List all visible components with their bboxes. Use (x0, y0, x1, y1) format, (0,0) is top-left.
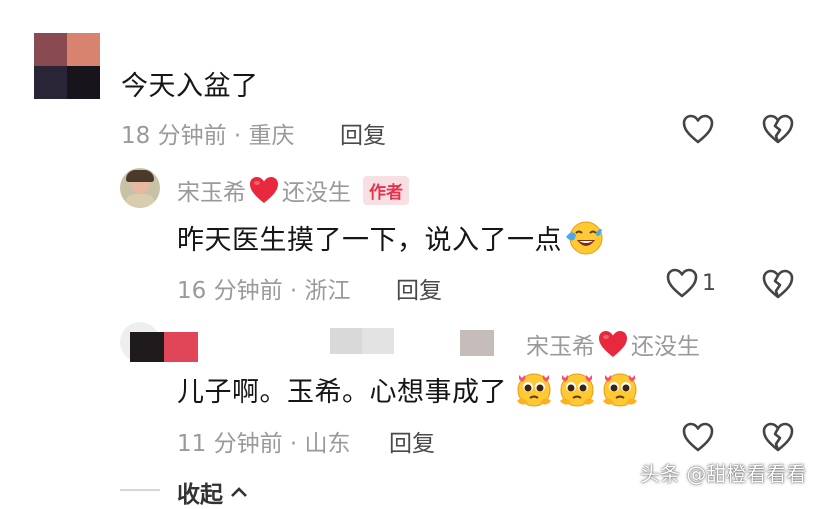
pleading-face-emoji (513, 371, 555, 409)
reply-1: 宋玉希 还没生 作者 昨天医生摸了一下，说入了一点 16 分钟前 · 浙江 回复… (0, 160, 828, 310)
broken-heart-icon[interactable] (762, 422, 794, 452)
redaction-block (164, 332, 198, 362)
avatar[interactable] (120, 168, 160, 208)
avatar-hair (126, 170, 154, 182)
redaction-block (330, 328, 362, 354)
collapse-label: 收起 (177, 482, 223, 508)
reply-text-row: 昨天医生摸了一下，说入了一点 (177, 218, 604, 257)
crying-laughing-emoji (564, 219, 604, 257)
author-badge: 作者 (363, 175, 409, 205)
redaction-block (362, 328, 394, 354)
reply-button[interactable]: 回复 (389, 424, 435, 458)
reply-button[interactable]: 回复 (340, 116, 386, 150)
redacted-username (130, 328, 500, 364)
reply-time-location: 16 分钟前 · 浙江 (177, 278, 351, 304)
like-group[interactable]: 1 (666, 268, 716, 298)
avatar-body (125, 194, 155, 208)
pleading-face-emoji (599, 371, 641, 409)
reply-to-name-suffix: 还没生 (631, 334, 700, 360)
red-heart-icon (597, 329, 629, 359)
comment-1: 今天入盆了 18 分钟前 · 重庆 回复 (0, 0, 828, 160)
avatar-pixel (67, 66, 100, 99)
heart-outline-icon[interactable] (666, 268, 698, 298)
avatar-pixel (34, 33, 67, 66)
comment-text: 今天入盆了 (121, 71, 259, 102)
reply-time-location: 11 分钟前 · 山东 (177, 431, 351, 457)
avatar-pixel (67, 33, 100, 66)
broken-heart-icon[interactable] (762, 269, 794, 299)
author-name-prefix: 宋玉希 (177, 180, 246, 206)
comment-time-location: 18 分钟前 · 重庆 (121, 123, 295, 149)
pleading-face-emoji (556, 371, 598, 409)
reply-text: 儿子啊。玉希。心想事成了 (177, 377, 507, 408)
collapse-button[interactable]: 收起 (177, 475, 249, 509)
reply-text: 昨天医生摸了一下，说入了一点 (177, 225, 562, 256)
redaction-block (460, 330, 494, 356)
watermark: 头条 @甜橙看看看 (640, 462, 807, 486)
like-count: 1 (702, 270, 716, 296)
red-heart-icon (248, 175, 280, 205)
chevron-up-icon (229, 485, 249, 499)
heart-outline-icon[interactable] (682, 422, 714, 452)
collapse-divider (120, 489, 160, 491)
reply-to-author[interactable]: 宋玉希 还没生 (526, 327, 700, 361)
reply-button[interactable]: 回复 (396, 271, 442, 305)
reply-author[interactable]: 宋玉希 还没生 作者 (177, 173, 409, 207)
reply-2: 宋玉希 还没生 儿子啊。玉希。心想事成了 11 分钟前 · 山东 回复 (0, 310, 828, 460)
broken-heart-icon[interactable] (762, 114, 794, 144)
avatar-pixel (34, 66, 67, 99)
avatar[interactable] (34, 33, 100, 99)
author-name-suffix: 还没生 (282, 180, 351, 206)
redaction-block (130, 332, 164, 362)
reply-text-row: 儿子啊。玉希。心想事成了 (177, 370, 641, 409)
heart-outline-icon[interactable] (682, 114, 714, 144)
reply-to-name-prefix: 宋玉希 (526, 334, 595, 360)
